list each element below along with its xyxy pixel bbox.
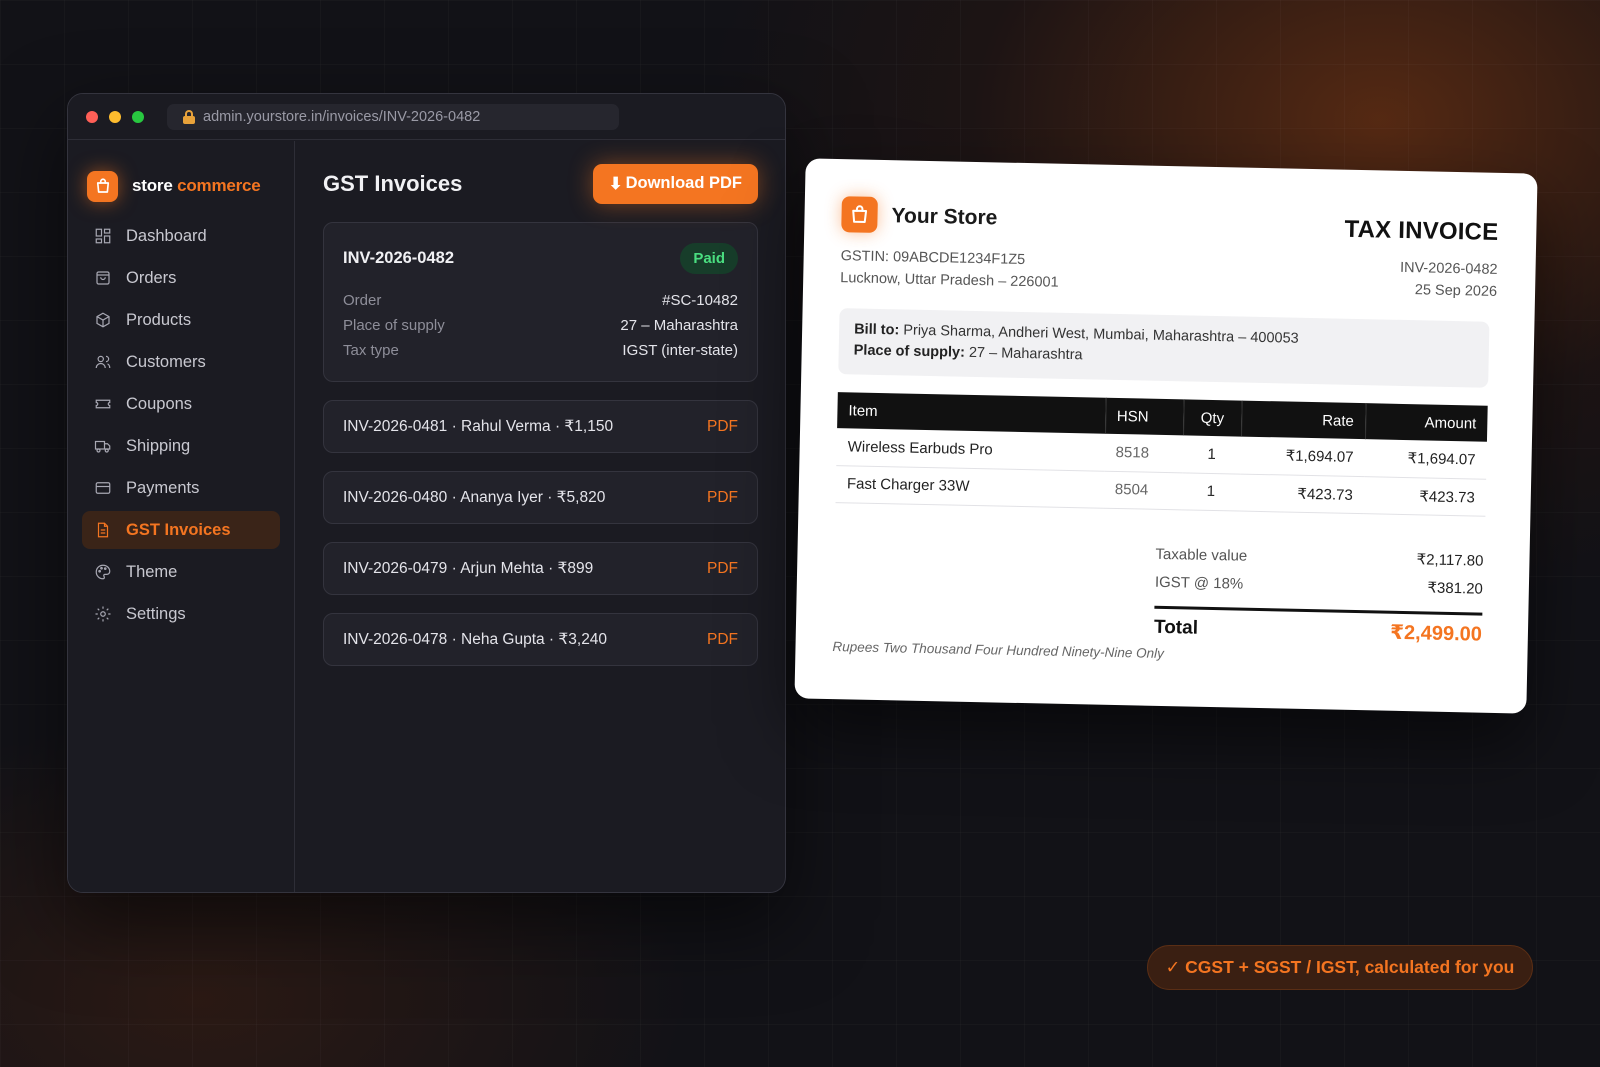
close-window-button[interactable] xyxy=(86,110,98,123)
card-icon xyxy=(95,482,111,494)
sidebar-item-label: Dashboard xyxy=(126,226,207,245)
sidebar-item-label: Products xyxy=(126,310,192,329)
invoice-summary: INV-2026-0481 · Rahul Verma · ₹1,150 xyxy=(343,418,614,435)
shopping-bag-logo-icon xyxy=(87,170,118,202)
page-title: GST Invoices xyxy=(323,170,463,196)
palette-icon xyxy=(95,564,111,580)
url-text: admin.yourstore.in/invoices/INV-2026-048… xyxy=(203,108,481,125)
document-icon xyxy=(97,522,109,538)
sidebar: store commerce Dashboard Orders Products… xyxy=(68,141,295,892)
store-name: Your Store xyxy=(891,204,998,230)
line-items-table: Item HSN Qty Rate Amount Wireless Earbud… xyxy=(835,392,1488,516)
tax-invoice-preview: Your Store GSTIN: 09ABCDE1234F1Z5 Luckno… xyxy=(794,158,1538,714)
invoice-summary: INV-2026-0480 · Ananya Iyer · ₹5,820 xyxy=(343,489,606,506)
shopping-bag-logo-icon xyxy=(841,196,878,233)
brand[interactable]: store commerce xyxy=(68,141,294,211)
place-of-supply-label: Place of supply: xyxy=(853,342,966,361)
download-arrow-icon: ⬇ xyxy=(608,174,623,193)
sidebar-item-payments[interactable]: Payments xyxy=(82,469,280,507)
truck-icon xyxy=(94,440,111,453)
column-header: HSN xyxy=(1105,397,1184,436)
main-content: GST Invoices ⬇ Download PDF INV-2026-048… xyxy=(296,141,785,892)
bag-icon xyxy=(96,271,110,285)
invoice-date: 25 Sep 2026 xyxy=(1414,282,1498,300)
download-pdf-label: Download PDF xyxy=(625,174,742,192)
pdf-link[interactable]: PDF xyxy=(707,418,738,436)
main-header: GST Invoices ⬇ Download PDF xyxy=(296,141,785,204)
window-titlebar: admin.yourstore.in/invoices/INV-2026-048… xyxy=(68,94,785,140)
sidebar-item-label: Payments xyxy=(126,478,200,497)
igst-row: IGST @ 18% ₹381.20 xyxy=(1154,573,1484,598)
column-header: Amount xyxy=(1364,403,1488,442)
users-icon xyxy=(95,355,111,369)
invoice-list-item[interactable]: INV-2026-0481 · Rahul Verma · ₹1,150 PDF xyxy=(323,400,758,453)
brand-name: store commerce xyxy=(132,176,261,195)
invoice-list-item[interactable]: INV-2026-0479 · Arjun Mehta · ₹899 PDF xyxy=(323,542,758,595)
maximize-window-button[interactable] xyxy=(132,110,144,123)
status-badge: Paid xyxy=(680,243,738,274)
place-of-supply-value: 27 – Maharashtra xyxy=(968,344,1083,364)
sidebar-item-orders[interactable]: Orders xyxy=(82,259,280,297)
dashboard-icon xyxy=(95,228,111,244)
invoice-summary: INV-2026-0479 · Arjun Mehta · ₹899 xyxy=(343,560,594,577)
column-header: Qty xyxy=(1183,399,1242,437)
pdf-link[interactable]: PDF xyxy=(707,489,738,507)
sidebar-nav: Dashboard Orders Products Customers Coup… xyxy=(68,217,294,633)
sidebar-item-products[interactable]: Products xyxy=(82,301,280,339)
grand-total-row: Total ₹2,499.00 xyxy=(1153,605,1483,647)
sidebar-item-label: Theme xyxy=(126,562,178,581)
sidebar-item-label: GST Invoices xyxy=(126,520,231,539)
sidebar-item-customers[interactable]: Customers xyxy=(82,343,280,381)
sidebar-item-label: Shipping xyxy=(126,436,191,455)
invoice-list-item[interactable]: INV-2026-0480 · Ananya Iyer · ₹5,820 PDF xyxy=(323,471,758,524)
lock-icon xyxy=(183,109,195,124)
sidebar-item-label: Settings xyxy=(126,604,186,623)
column-header: Rate xyxy=(1241,400,1366,440)
store-address: Lucknow, Uttar Pradesh – 226001 xyxy=(840,270,1059,291)
invoice-detail-row: Tax type IGST (inter-state) xyxy=(343,342,738,359)
sidebar-item-label: Coupons xyxy=(126,394,193,413)
invoice-id: INV-2026-0482 xyxy=(343,249,454,267)
admin-window: admin.yourstore.in/invoices/INV-2026-048… xyxy=(67,93,786,893)
featured-invoice-card[interactable]: INV-2026-0482 Paid Order #SC-10482 Place … xyxy=(323,222,758,382)
sidebar-item-coupons[interactable]: Coupons xyxy=(82,385,280,423)
minimize-window-button[interactable] xyxy=(109,110,121,123)
sidebar-item-gst-invoices[interactable]: GST Invoices xyxy=(82,511,280,549)
column-header: Item xyxy=(837,392,1106,434)
amount-in-words: Rupees Two Thousand Four Hundred Ninety-… xyxy=(832,639,1165,662)
store-details: GSTIN: 09ABCDE1234F1Z5 Lucknow, Uttar Pr… xyxy=(840,245,1059,294)
box-icon xyxy=(96,312,110,328)
invoice-meta: INV-2026-0482 25 Sep 2026 xyxy=(1399,257,1498,303)
sidebar-item-label: Orders xyxy=(126,268,177,287)
feature-callout-pill: ✓ CGST + SGST / IGST, calculated for you xyxy=(1147,945,1533,990)
bill-to-box: Bill to: Priya Sharma, Andheri West, Mum… xyxy=(838,308,1490,388)
invoice-title: TAX INVOICE xyxy=(1344,215,1499,246)
grand-total-value: ₹2,499.00 xyxy=(1389,621,1483,646)
ticket-icon xyxy=(95,399,111,409)
address-bar[interactable]: admin.yourstore.in/invoices/INV-2026-048… xyxy=(167,103,619,130)
invoice-list-item[interactable]: INV-2026-0478 · Neha Gupta · ₹3,240 PDF xyxy=(323,613,758,666)
invoice-detail-row: Place of supply 27 – Maharashtra xyxy=(343,317,738,334)
gear-icon xyxy=(95,606,111,622)
sidebar-item-dashboard[interactable]: Dashboard xyxy=(82,217,280,255)
sidebar-item-label: Customers xyxy=(126,352,206,371)
invoice-summary: INV-2026-0478 · Neha Gupta · ₹3,240 xyxy=(343,631,608,648)
invoice-number: INV-2026-0482 xyxy=(1399,259,1498,278)
sidebar-item-settings[interactable]: Settings xyxy=(82,595,280,633)
sidebar-item-shipping[interactable]: Shipping xyxy=(82,427,280,465)
pdf-link[interactable]: PDF xyxy=(707,560,738,578)
bill-to-label: Bill to: xyxy=(853,321,900,339)
sidebar-item-theme[interactable]: Theme xyxy=(82,553,280,591)
pdf-link[interactable]: PDF xyxy=(707,631,738,649)
download-pdf-button[interactable]: ⬇ Download PDF xyxy=(592,163,758,204)
invoice-detail-row: Order #SC-10482 xyxy=(343,292,738,309)
invoice-totals: Taxable value ₹2,117.80 IGST @ 18% ₹381.20… xyxy=(1153,540,1484,647)
